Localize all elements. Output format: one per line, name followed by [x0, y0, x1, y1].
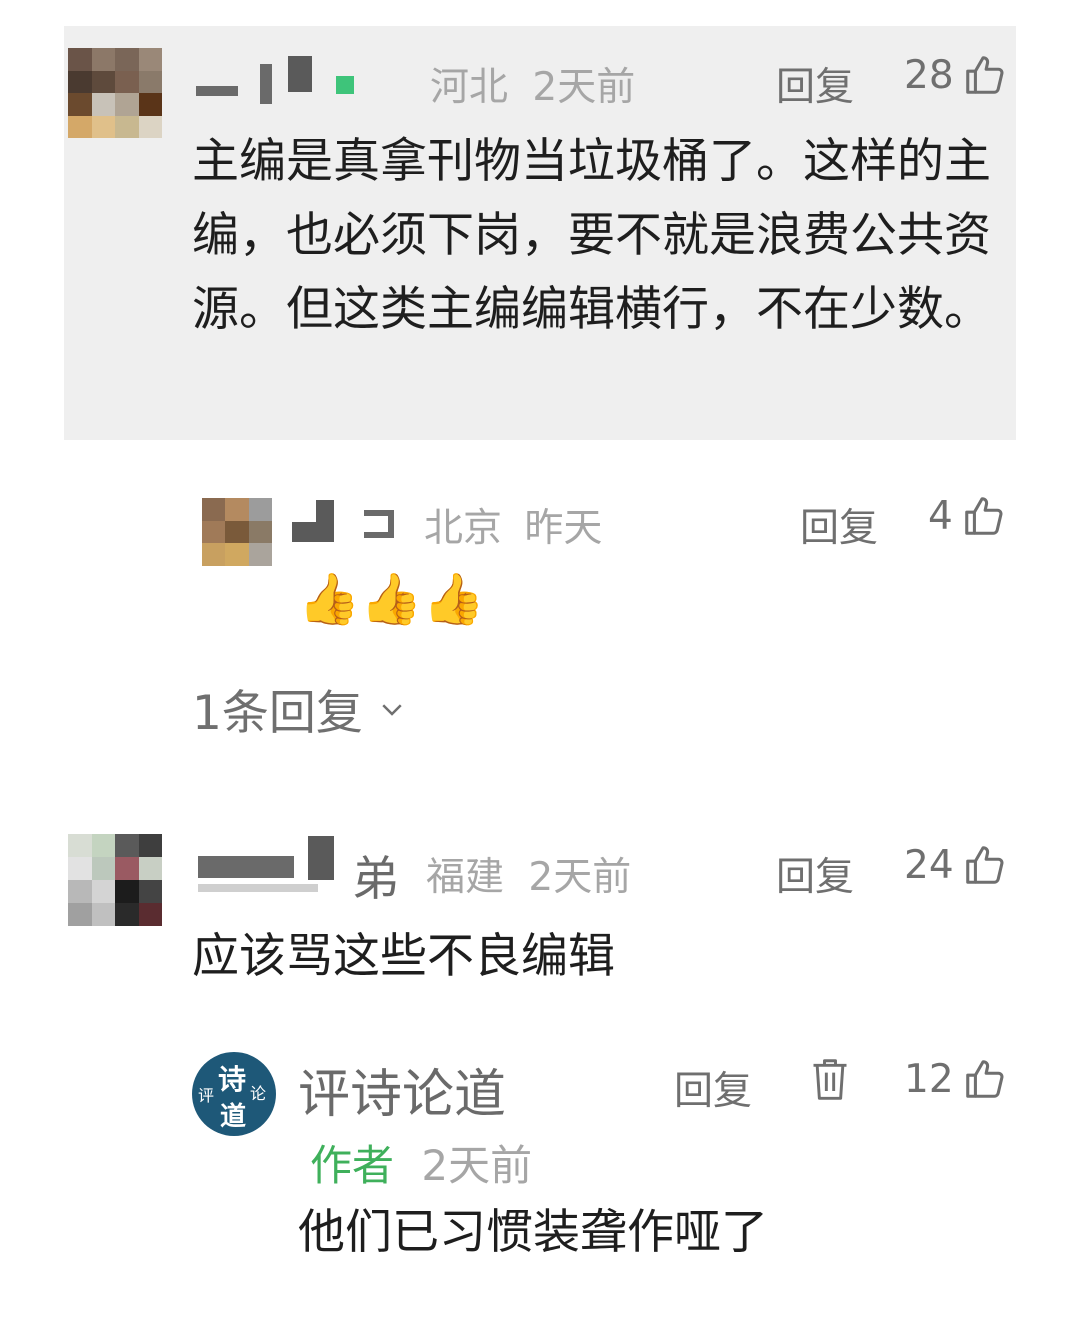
like-button[interactable]: 28 — [904, 52, 1008, 98]
comment-meta: 河北 2天前 — [430, 56, 635, 112]
reply-text-emoji: 👍👍👍 — [298, 570, 485, 628]
like-button[interactable]: 24 — [904, 842, 1008, 888]
avatar[interactable] — [68, 48, 162, 138]
more-replies-toggle[interactable]: 1条回复 — [192, 674, 407, 743]
reply-button[interactable]: 回复 — [674, 1060, 752, 1116]
reply-text: 他们已习惯装聋作哑了 — [298, 1205, 768, 1260]
like-button[interactable]: 4 — [928, 493, 1007, 539]
delete-icon[interactable] — [808, 1056, 852, 1104]
author-name-fragment[interactable]: 弟 — [352, 840, 399, 909]
reply-author-name[interactable]: 评诗论道 — [298, 1052, 506, 1127]
location: 河北 — [430, 65, 509, 110]
like-count: 4 — [928, 493, 953, 539]
author-name-masked[interactable] — [198, 836, 348, 896]
author-badge: 作者 — [310, 1141, 395, 1190]
like-count: 28 — [904, 52, 954, 98]
avatar-char-right: 论 — [250, 1084, 267, 1103]
reply-author-masked[interactable] — [292, 500, 412, 546]
like-button[interactable]: 12 — [904, 1056, 1008, 1102]
chevron-down-icon — [382, 703, 402, 716]
reply-button[interactable]: 回复 — [776, 56, 854, 112]
more-replies-label: 1条回复 — [192, 686, 363, 741]
like-count: 24 — [904, 842, 954, 888]
reply-avatar[interactable] — [202, 498, 272, 566]
author-avatar[interactable]: 诗 评 论 道 — [192, 1052, 276, 1136]
timestamp: 2天前 — [528, 855, 632, 900]
location: 北京 — [424, 506, 503, 551]
thumbs-up-icon — [965, 497, 1003, 535]
avatar-char-main: 诗 — [218, 1063, 247, 1096]
like-count: 12 — [904, 1056, 954, 1102]
reply-button[interactable]: 回复 — [800, 497, 878, 553]
thumbs-up-icon — [965, 56, 1004, 94]
reply-meta: 北京 昨天 — [424, 497, 602, 553]
reply-button[interactable]: 回复 — [776, 846, 854, 902]
comment-text: 主编是真拿刊物当垃圾桶了。这样的主编，也必须下岗，要不就是浪费公共资源。但这类主… — [192, 134, 991, 337]
timestamp: 2天前 — [421, 1141, 533, 1190]
thumbs-up-icon — [965, 1060, 1004, 1098]
timestamp: 昨天 — [524, 506, 603, 551]
author-name-masked[interactable] — [196, 56, 376, 106]
avatar-char-bottom: 道 — [220, 1102, 247, 1132]
comment-text: 应该骂这些不良编辑 — [192, 929, 615, 984]
timestamp: 2天前 — [532, 65, 636, 110]
avatar-char-left: 评 — [198, 1086, 215, 1105]
comment-meta: 福建 2天前 — [426, 846, 631, 902]
avatar[interactable] — [68, 834, 162, 926]
location: 福建 — [426, 855, 505, 900]
thumbs-up-icon — [965, 846, 1004, 884]
reply-meta: 作者 2天前 — [310, 1132, 532, 1193]
